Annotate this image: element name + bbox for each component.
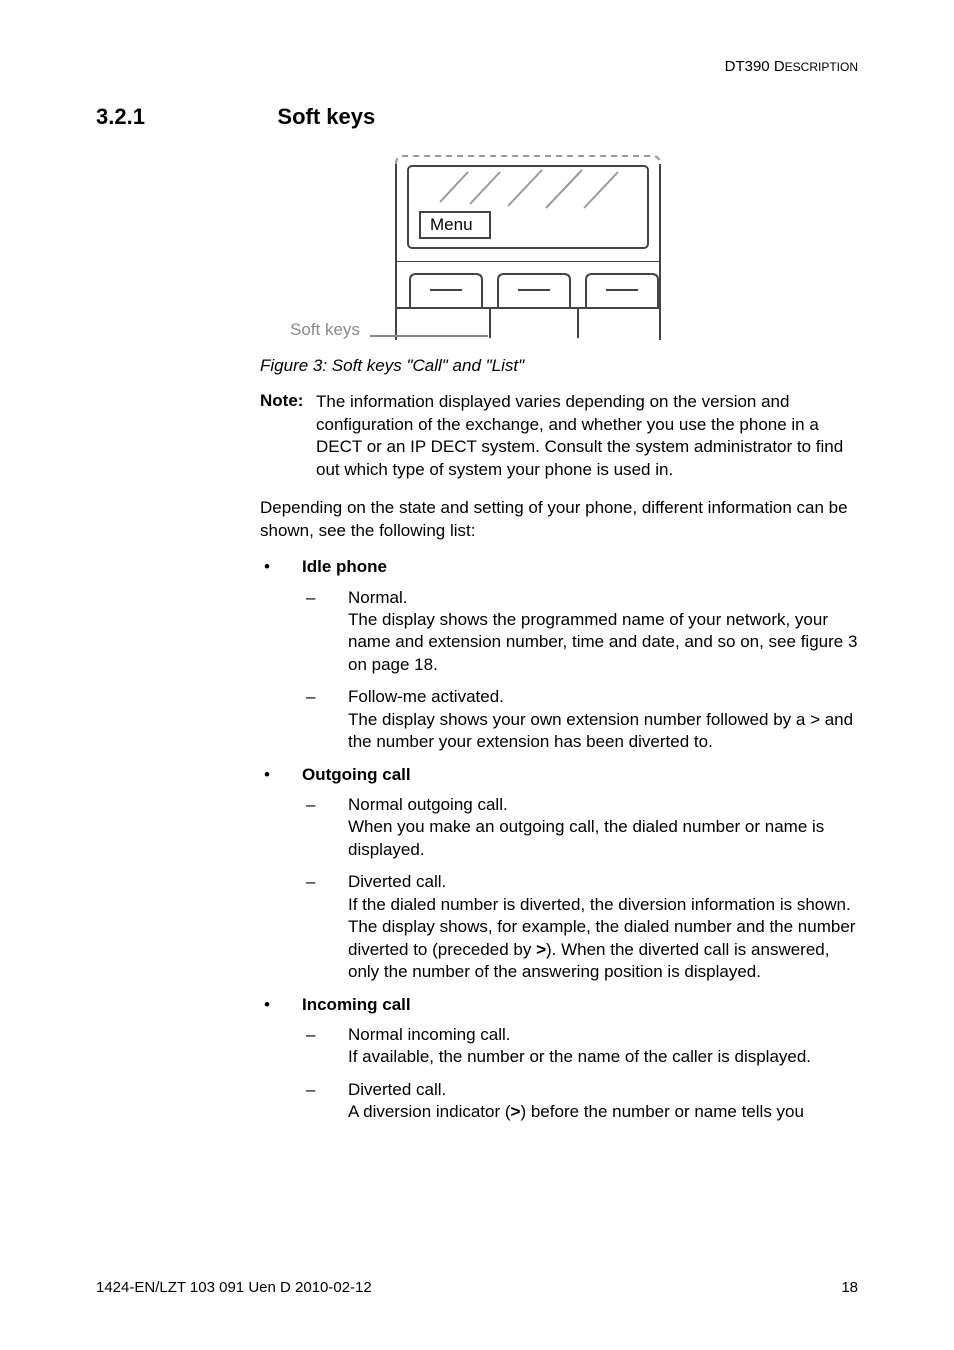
l2-body: The display shows your own extension num… xyxy=(348,710,853,751)
l2-title: Normal. xyxy=(348,588,408,607)
l2-title: Diverted call. xyxy=(348,872,446,891)
l2-out-normal: Normal outgoing call. When you make an o… xyxy=(302,794,858,861)
level1-list: Idle phone Normal. The display shows the… xyxy=(260,556,858,1124)
l2-in-diverted: Diverted call. A diversion indicator (>)… xyxy=(302,1079,858,1124)
l2-title: Diverted call. xyxy=(348,1080,446,1099)
section-number: 3.2.1 xyxy=(96,104,145,130)
section-heading-row: 3.2.1 Soft keys xyxy=(96,104,858,130)
l2-title: Normal outgoing call. xyxy=(348,795,508,814)
header-text: DT390 DESCRIPTION xyxy=(725,58,858,75)
l1-idle-head: Idle phone xyxy=(302,557,387,576)
running-header: DT390 DESCRIPTION xyxy=(725,58,858,75)
footer-page: 18 xyxy=(841,1279,858,1296)
l2-out-diverted: Diverted call. If the dialed number is d… xyxy=(302,871,858,983)
l2-in-normal: Normal incoming call. If available, the … xyxy=(302,1024,858,1069)
l2-incoming: Normal incoming call. If available, the … xyxy=(302,1024,858,1124)
footer: 1424-EN/LZT 103 091 Uen D 2010-02-12 18 xyxy=(96,1279,858,1296)
l2-idle-normal: Normal. The display shows the programmed… xyxy=(302,587,858,677)
l2-bold: > xyxy=(536,940,546,959)
l2-idle: Normal. The display shows the programmed… xyxy=(302,587,858,754)
note-label: Note: xyxy=(260,391,303,410)
softkeys-callout-label: Soft keys xyxy=(290,320,360,340)
figure: Soft keys Menu xyxy=(290,150,858,340)
l1-incoming-head: Incoming call xyxy=(302,995,411,1014)
l2-outgoing: Normal outgoing call. When you make an o… xyxy=(302,794,858,984)
l2-body: The display shows the programmed name of… xyxy=(348,610,857,674)
l2-bold: > xyxy=(511,1102,521,1121)
intro-paragraph: Depending on the state and setting of yo… xyxy=(260,497,858,542)
l2-title: Normal incoming call. xyxy=(348,1025,511,1044)
menu-chip-label: Menu xyxy=(430,215,473,234)
l2-idle-followme: Follow-me activated. The display shows y… xyxy=(302,686,858,753)
softkeys-diagram: Menu xyxy=(370,150,680,340)
l2-body: If available, the number or the name of … xyxy=(348,1047,811,1066)
l2-body: When you make an outgoing call, the dial… xyxy=(348,817,824,858)
note-block: Note: The information displayed varies d… xyxy=(260,390,858,481)
figure-caption: Figure 3: Soft keys "Call" and "List" xyxy=(260,356,858,376)
l1-idle: Idle phone Normal. The display shows the… xyxy=(260,556,858,754)
l2-body-pre: A diversion indicator ( xyxy=(348,1102,511,1121)
footer-left: 1424-EN/LZT 103 091 Uen D 2010-02-12 xyxy=(96,1279,372,1296)
l2-body-post: ) before the number or name tells you xyxy=(520,1102,803,1121)
l2-title: Follow-me activated. xyxy=(348,687,504,706)
note-body: The information displayed varies dependi… xyxy=(316,391,858,481)
l1-outgoing: Outgoing call Normal outgoing call. When… xyxy=(260,764,858,984)
page: DT390 DESCRIPTION 3.2.1 Soft keys Soft k… xyxy=(0,0,954,1350)
section-title: Soft keys xyxy=(277,104,375,129)
l1-incoming: Incoming call Normal incoming call. If a… xyxy=(260,994,858,1124)
l1-outgoing-head: Outgoing call xyxy=(302,765,411,784)
content-column: Soft keys Menu xyxy=(260,150,858,1134)
